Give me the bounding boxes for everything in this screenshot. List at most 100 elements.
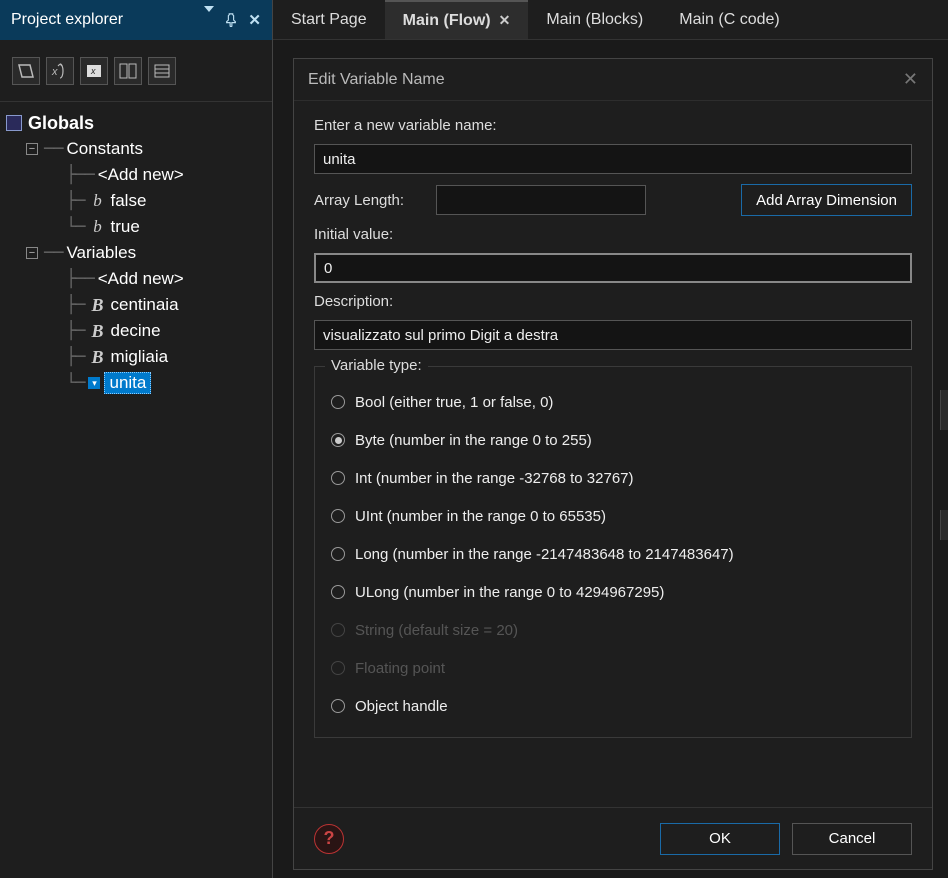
variable-name-input[interactable] [314, 144, 912, 174]
radio-label: Floating point [355, 660, 445, 677]
radio-int[interactable]: Int (number in the range -32768 to 32767… [331, 459, 895, 497]
globals-icon [6, 115, 22, 131]
tab-label: Main (Flow) [403, 12, 491, 30]
initial-value-input[interactable] [314, 253, 912, 283]
help-button[interactable]: ? [314, 824, 344, 854]
radio-label: Bool (either true, 1 or false, 0) [355, 394, 553, 411]
collapse-icon[interactable]: − [26, 143, 38, 155]
tool-icon-3[interactable]: x [80, 57, 108, 85]
tab-start-page[interactable]: Start Page [273, 0, 385, 39]
tool-icon-1[interactable] [12, 57, 40, 85]
svg-text:x: x [51, 66, 58, 78]
add-new-label: <Add new> [98, 165, 184, 185]
tab-main-blocks[interactable]: Main (Blocks) [528, 0, 661, 39]
tree-add-variable[interactable]: ├── <Add new> [6, 266, 266, 292]
radio-icon [331, 395, 345, 409]
radio-label: Int (number in the range -32768 to 32767… [355, 470, 634, 487]
radio-uint[interactable]: UInt (number in the range 0 to 65535) [331, 497, 895, 535]
tree-variables[interactable]: − ── Variables [6, 240, 266, 266]
tabs-bar: Start Page Main (Flow) ✕ Main (Blocks) M… [273, 0, 948, 40]
dialog-close-icon[interactable]: ✕ [903, 69, 918, 90]
globals-label: Globals [28, 113, 94, 134]
add-array-dimension-button[interactable]: Add Array Dimension [741, 184, 912, 216]
radio-icon [331, 547, 345, 561]
radio-icon [331, 471, 345, 485]
svg-text:x: x [90, 66, 96, 76]
tool-icon-2[interactable]: x [46, 57, 74, 85]
tree-item-label: false [110, 191, 146, 211]
right-edge-sliver [940, 510, 948, 540]
close-panel-icon[interactable]: ✕ [248, 11, 261, 29]
dialog-title-text: Edit Variable Name [308, 71, 445, 89]
radio-float: Floating point [331, 649, 895, 687]
tree-item-label: centinaia [110, 295, 178, 315]
project-explorer-panel: Project explorer ✕ x x Globals − ── Cons… [0, 0, 273, 878]
initial-value-label: Initial value: [314, 226, 912, 243]
radio-ulong[interactable]: ULong (number in the range 0 to 42949672… [331, 573, 895, 611]
tool-icon-5[interactable] [148, 57, 176, 85]
radio-icon [331, 699, 345, 713]
byte-icon: B [88, 322, 106, 340]
collapse-icon[interactable]: − [26, 247, 38, 259]
ok-button[interactable]: OK [660, 823, 780, 855]
panel-header: Project explorer ✕ [0, 0, 272, 40]
tree-item[interactable]: └─ b true [6, 214, 266, 240]
tree-item[interactable]: ├─ b false [6, 188, 266, 214]
dialog-body: Enter a new variable name: Array Length:… [294, 101, 932, 807]
selected-marker-icon: ▾ [88, 377, 100, 389]
radio-icon [331, 623, 345, 637]
tab-close-icon[interactable]: ✕ [499, 12, 511, 29]
tab-label: Start Page [291, 11, 367, 29]
tab-main-ccode[interactable]: Main (C code) [661, 0, 797, 39]
radio-label: Object handle [355, 698, 448, 715]
byte-icon: B [88, 296, 106, 314]
tree-constants[interactable]: − ── Constants [6, 136, 266, 162]
tree-item[interactable]: ├─ B migliaia [6, 344, 266, 370]
bool-icon: b [88, 218, 106, 236]
variable-type-group: Variable type: Bool (either true, 1 or f… [314, 366, 912, 738]
radio-bool[interactable]: Bool (either true, 1 or false, 0) [331, 383, 895, 421]
variable-type-label: Variable type: [325, 357, 428, 374]
tab-label: Main (Blocks) [546, 11, 643, 29]
byte-icon: B [88, 348, 106, 366]
pin-icon[interactable] [224, 13, 238, 27]
radio-object-handle[interactable]: Object handle [331, 687, 895, 725]
tree-item[interactable]: ├─ B decine [6, 318, 266, 344]
tree-item-selected[interactable]: └─ ▾ unita [6, 370, 266, 396]
radio-string: String (default size = 20) [331, 611, 895, 649]
panel-menu-icon[interactable] [204, 12, 214, 28]
bool-icon: b [88, 192, 106, 210]
tab-main-flow[interactable]: Main (Flow) ✕ [385, 0, 529, 39]
radio-icon [331, 661, 345, 675]
radio-label: UInt (number in the range 0 to 65535) [355, 508, 606, 525]
tree-item-label: unita [104, 372, 151, 394]
radio-icon [331, 433, 345, 447]
tree-item-label: decine [110, 321, 160, 341]
description-label: Description: [314, 293, 912, 310]
tree-item-label: true [110, 217, 139, 237]
dialog-footer: ? OK Cancel [294, 807, 932, 869]
variables-label: Variables [66, 243, 136, 263]
tree-globals[interactable]: Globals [6, 110, 266, 136]
tree-add-constant[interactable]: ├── <Add new> [6, 162, 266, 188]
cancel-button[interactable]: Cancel [792, 823, 912, 855]
radio-long[interactable]: Long (number in the range -2147483648 to… [331, 535, 895, 573]
radio-icon [331, 585, 345, 599]
radio-label: Byte (number in the range 0 to 255) [355, 432, 592, 449]
name-prompt-label: Enter a new variable name: [314, 117, 912, 134]
add-new-label: <Add new> [98, 269, 184, 289]
tool-icon-4[interactable] [114, 57, 142, 85]
radio-icon [331, 509, 345, 523]
panel-title: Project explorer [11, 11, 123, 29]
project-tree: Globals − ── Constants ├── <Add new> ├─ … [0, 102, 272, 404]
edit-variable-dialog: Edit Variable Name ✕ Enter a new variabl… [293, 58, 933, 870]
tab-label: Main (C code) [679, 11, 779, 29]
radio-label: ULong (number in the range 0 to 42949672… [355, 584, 664, 601]
explorer-toolbar: x x [0, 40, 272, 102]
description-input[interactable] [314, 320, 912, 350]
array-length-label: Array Length: [314, 192, 424, 209]
radio-byte[interactable]: Byte (number in the range 0 to 255) [331, 421, 895, 459]
array-length-input[interactable] [436, 185, 646, 215]
right-edge-sliver [940, 390, 948, 430]
tree-item[interactable]: ├─ B centinaia [6, 292, 266, 318]
